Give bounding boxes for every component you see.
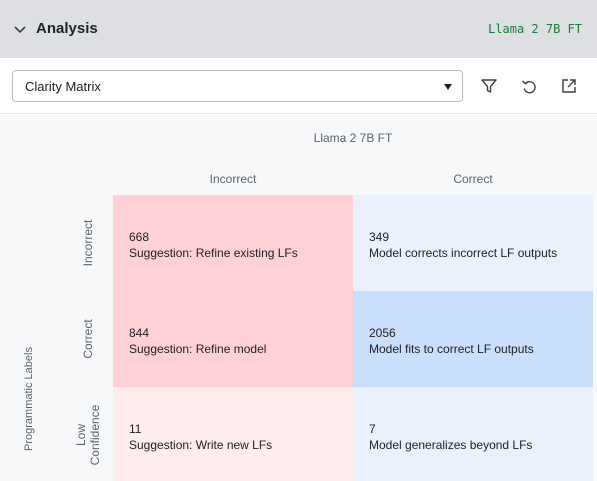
clarity-matrix: Llama 2 7B FT Incorrect Correct Programm… bbox=[0, 115, 597, 481]
cell-count: 7 bbox=[369, 422, 376, 436]
analysis-toolbar: Clarity Matrix bbox=[0, 58, 597, 114]
row-header-low-confidence: Low Confidence bbox=[74, 404, 102, 466]
cell-count: 11 bbox=[129, 422, 142, 436]
column-axis-label: Llama 2 7B FT bbox=[313, 131, 393, 145]
chevron-down-icon[interactable] bbox=[12, 21, 28, 37]
cell-description: Model generalizes beyond LFs bbox=[369, 438, 533, 452]
cell-description: Suggestion: Write new LFs bbox=[129, 438, 273, 452]
cell-count: 844 bbox=[129, 326, 150, 340]
matrix-cell[interactable]: 2056 Model fits to correct LF outputs bbox=[353, 291, 593, 387]
matrix-cell[interactable]: 11 Suggestion: Write new LFs bbox=[113, 387, 353, 481]
view-select-value: Clarity Matrix bbox=[25, 79, 101, 94]
analysis-panel-header[interactable]: Analysis Llama 2 7B FT bbox=[0, 0, 597, 58]
matrix-cell[interactable]: 844 Suggestion: Refine model bbox=[113, 291, 353, 387]
open-external-button[interactable] bbox=[559, 76, 579, 96]
filter-icon bbox=[481, 79, 497, 93]
matrix-cell[interactable]: 7 Model generalizes beyond LFs bbox=[353, 387, 593, 481]
cell-count: 349 bbox=[369, 230, 390, 244]
cell-description: Model fits to correct LF outputs bbox=[369, 342, 534, 356]
cell-count: 668 bbox=[129, 230, 150, 244]
matrix-cell[interactable]: 349 Model corrects incorrect LF outputs bbox=[353, 195, 593, 291]
column-header-correct: Correct bbox=[453, 172, 493, 186]
caret-down-icon bbox=[444, 84, 452, 90]
panel-title: Analysis bbox=[36, 20, 98, 37]
open-external-icon bbox=[562, 79, 576, 93]
matrix-cell[interactable]: 668 Suggestion: Refine existing LFs bbox=[113, 195, 353, 291]
filter-button[interactable] bbox=[479, 76, 499, 96]
cell-count: 2056 bbox=[369, 326, 396, 340]
cell-description: Suggestion: Refine existing LFs bbox=[129, 246, 298, 260]
model-name-tag: Llama 2 7B FT bbox=[488, 22, 582, 36]
view-select[interactable]: Clarity Matrix bbox=[12, 70, 463, 102]
row-header-incorrect: Incorrect bbox=[81, 219, 95, 267]
cell-description: Model corrects incorrect LF outputs bbox=[369, 246, 558, 260]
row-header-correct: Correct bbox=[81, 319, 95, 359]
row-axis-label: Programmatic Labels bbox=[23, 347, 35, 451]
column-header-incorrect: Incorrect bbox=[209, 172, 257, 186]
undo-icon bbox=[522, 80, 536, 94]
cell-description: Suggestion: Refine model bbox=[129, 342, 267, 356]
reset-button[interactable] bbox=[519, 76, 539, 96]
